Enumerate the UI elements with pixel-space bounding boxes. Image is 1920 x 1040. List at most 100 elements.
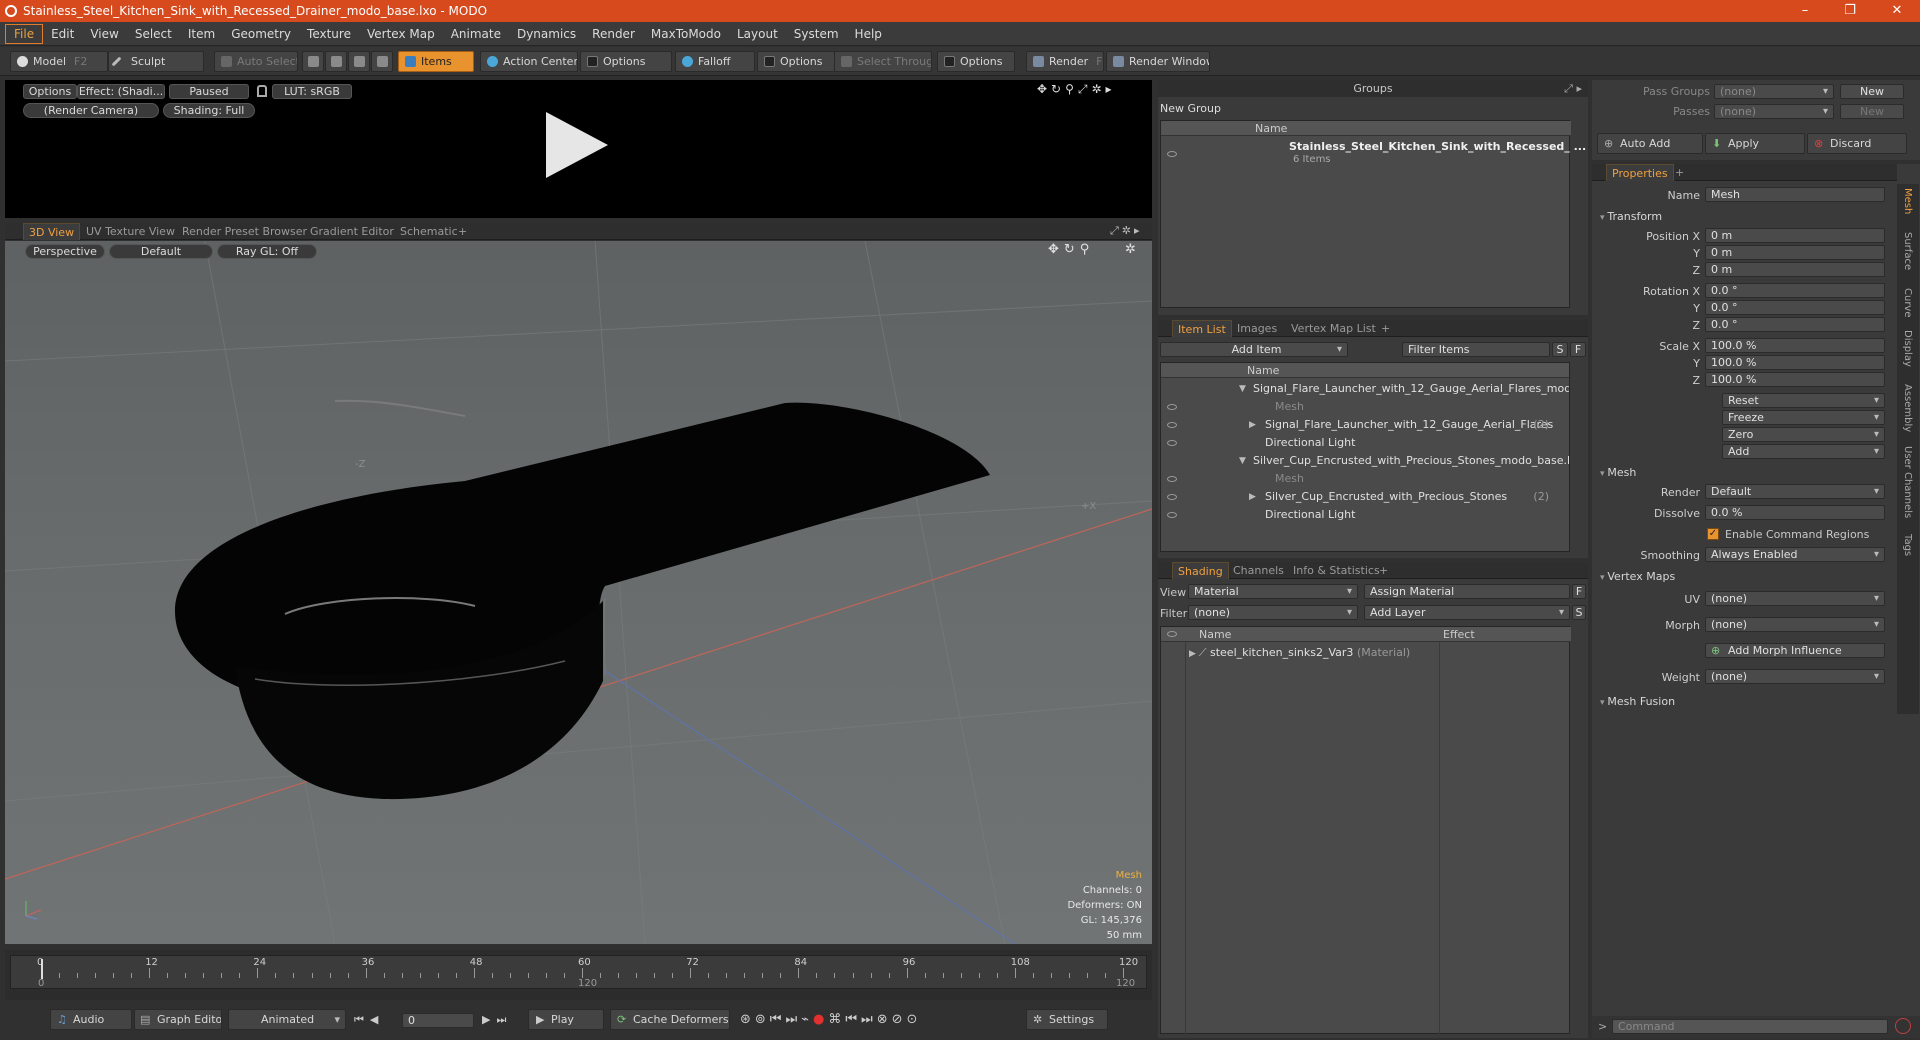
timeline-ruler[interactable]: 01224364860728496108120 0 120 120: [10, 955, 1147, 989]
freeze-dropdown[interactable]: Freeze: [1722, 410, 1885, 425]
view-dropdown[interactable]: Material: [1188, 584, 1358, 599]
menu-dynamics[interactable]: Dynamics: [509, 25, 584, 43]
select-vertices-button[interactable]: [302, 51, 324, 72]
rotation-x-field[interactable]: 0.0 °: [1705, 283, 1885, 298]
side-tab-mesh[interactable]: Mesh: [1902, 188, 1913, 214]
item-list-row[interactable]: ▼ Signal_Flare_Launcher_with_12_Gauge_Aer…: [1161, 380, 1569, 398]
visibility-eye-icon[interactable]: [1167, 422, 1177, 428]
rotation-z-field[interactable]: 0.0 °: [1705, 317, 1885, 332]
transport-next-icons[interactable]: ▶⏭: [482, 1013, 512, 1027]
sculpt-mode-button[interactable]: Sculpt: [108, 51, 204, 72]
visibility-eye-icon[interactable]: [1167, 494, 1177, 500]
menu-file[interactable]: File: [5, 23, 44, 44]
assign-material-button[interactable]: Assign Material: [1364, 584, 1570, 599]
item-list-row[interactable]: Mesh: [1161, 470, 1569, 488]
discard-button[interactable]: ⊗ Discard: [1807, 133, 1907, 154]
position-z-field[interactable]: 0 m: [1705, 262, 1885, 277]
auto-select-button[interactable]: Auto Select: [214, 51, 298, 72]
side-tab-user-channels[interactable]: User Channels: [1902, 446, 1913, 518]
lock-icon[interactable]: [257, 85, 267, 97]
viewport-settings-gear-icon[interactable]: ✲: [1125, 242, 1136, 257]
reset-dropdown[interactable]: Reset: [1722, 393, 1885, 408]
maximize-button[interactable]: ❐: [1830, 0, 1870, 22]
passes-dropdown[interactable]: (none): [1714, 104, 1834, 119]
menu-maxtomodo[interactable]: MaxToModo: [643, 25, 729, 43]
tab-channels[interactable]: Channels: [1228, 562, 1289, 579]
menu-help[interactable]: Help: [847, 25, 890, 43]
position-y-field[interactable]: 0 m: [1705, 245, 1885, 260]
render-camera-dropdown[interactable]: (Render Camera): [23, 103, 159, 118]
item-list-row[interactable]: ▶ Signal_Flare_Launcher_with_12_Gauge_Aer…: [1161, 416, 1569, 434]
item-list-row[interactable]: ▶ Silver_Cup_Encrusted_with_Precious_Ston…: [1161, 488, 1569, 506]
action-center-button[interactable]: Action Center: [480, 51, 578, 72]
item-name-input[interactable]: Mesh: [1705, 187, 1885, 202]
pass-groups-dropdown[interactable]: (none): [1714, 84, 1834, 99]
side-tab-assembly[interactable]: Assembly: [1902, 384, 1913, 432]
shading-s-button[interactable]: S: [1572, 605, 1586, 620]
tab-item-list[interactable]: Item List: [1172, 320, 1232, 337]
shading-f-button[interactable]: F: [1572, 584, 1586, 599]
raygl-dropdown[interactable]: Ray GL: Off: [217, 244, 317, 259]
menu-item[interactable]: Item: [180, 25, 223, 43]
tab-uv-texture-view[interactable]: UV Texture View: [81, 223, 180, 240]
zero-dropdown[interactable]: Zero: [1722, 427, 1885, 442]
filter-items-input[interactable]: Filter Items: [1402, 342, 1550, 357]
render-button[interactable]: RenderF9: [1026, 51, 1104, 72]
properties-add-tab[interactable]: +: [1670, 164, 1689, 181]
uv-dropdown[interactable]: (none): [1705, 591, 1885, 606]
command-history-icon[interactable]: [1895, 1018, 1911, 1034]
tab-gradient-editor[interactable]: Gradient Editor: [305, 223, 399, 240]
timeline-playhead[interactable]: [41, 959, 43, 979]
vertex-maps-section[interactable]: Vertex Maps: [1600, 570, 1675, 583]
add-layer-dropdown[interactable]: Add Layer: [1364, 605, 1570, 620]
visibility-eye-icon[interactable]: [1167, 151, 1177, 157]
add-item-dropdown[interactable]: Add Item: [1160, 342, 1348, 357]
tab-3d-view[interactable]: 3D View: [23, 223, 81, 240]
model-mode-button[interactable]: Model F2: [10, 51, 108, 72]
falloff-button[interactable]: Falloff: [675, 51, 755, 72]
transform-section[interactable]: Transform: [1600, 210, 1662, 223]
shading-dropdown[interactable]: Shading: Full: [163, 103, 255, 118]
frame-input[interactable]: 0: [402, 1013, 474, 1028]
item-list-row[interactable]: Mesh: [1161, 398, 1569, 416]
menu-geometry[interactable]: Geometry: [223, 25, 299, 43]
visibility-eye-icon[interactable]: [1167, 476, 1177, 482]
action-center-options-button[interactable]: Options: [580, 51, 672, 72]
side-tab-display[interactable]: Display: [1902, 330, 1913, 367]
expand-arrow-icon[interactable]: ▼: [1239, 452, 1246, 470]
render-window-button[interactable]: Render Window: [1106, 51, 1210, 72]
groups-expand-icon[interactable]: ⤢ ▸: [1564, 80, 1582, 97]
shading-style-dropdown[interactable]: Default: [109, 244, 213, 259]
viewport-tab-controls-icons[interactable]: ⤢✲▸: [1110, 224, 1143, 238]
viewport-3d[interactable]: Perspective Default Ray GL: Off ✥↻⚲ ✲ -Z…: [5, 241, 1152, 944]
side-tab-tags[interactable]: Tags: [1902, 534, 1913, 556]
items-mode-button[interactable]: Items: [398, 51, 474, 72]
render-dropdown[interactable]: Default: [1705, 484, 1885, 499]
add-morph-influence-button[interactable]: ⊕ Add Morph Influence: [1705, 643, 1885, 658]
visibility-eye-icon[interactable]: [1167, 440, 1177, 446]
viewport-nav-icons[interactable]: ✥↻⚲: [1048, 242, 1094, 257]
select-through-button[interactable]: Select Through: [834, 51, 932, 72]
shader-tree[interactable]: Name Effect ▶ ⟋ steel_kitchen_sinks2_Var…: [1160, 626, 1571, 1035]
tab-images[interactable]: Images: [1232, 320, 1282, 337]
select-edges-button[interactable]: [325, 51, 347, 72]
tab-render-preset-browser[interactable]: Render Preset Browser: [177, 223, 312, 240]
shading-add-tab[interactable]: +: [1374, 562, 1393, 579]
paused-button[interactable]: Paused: [169, 84, 249, 99]
menu-edit[interactable]: Edit: [43, 25, 82, 43]
graph-editor-button[interactable]: ▤ Graph Editor: [134, 1009, 222, 1030]
scale-z-field[interactable]: 100.0 %: [1705, 372, 1885, 387]
filter-dropdown[interactable]: (none): [1188, 605, 1358, 620]
side-tab-surface[interactable]: Surface: [1902, 232, 1913, 270]
add-dropdown[interactable]: Add: [1722, 444, 1885, 459]
item-list-tree[interactable]: Name ▼ Signal_Flare_Launcher_with_12_Gaug…: [1160, 362, 1570, 552]
rotation-y-field[interactable]: 0.0 °: [1705, 300, 1885, 315]
menu-select[interactable]: Select: [127, 25, 180, 43]
smoothing-dropdown[interactable]: Always Enabled: [1705, 547, 1885, 562]
new-pass-button[interactable]: New: [1840, 104, 1904, 119]
menu-texture[interactable]: Texture: [299, 25, 359, 43]
tab-vertex-map-list[interactable]: Vertex Map List: [1286, 320, 1381, 337]
tab-shading[interactable]: Shading: [1172, 562, 1229, 579]
enable-command-regions-checkbox[interactable]: ✓: [1707, 528, 1719, 540]
cache-deformers-button[interactable]: ⟳ Cache Deformers: [610, 1009, 730, 1030]
